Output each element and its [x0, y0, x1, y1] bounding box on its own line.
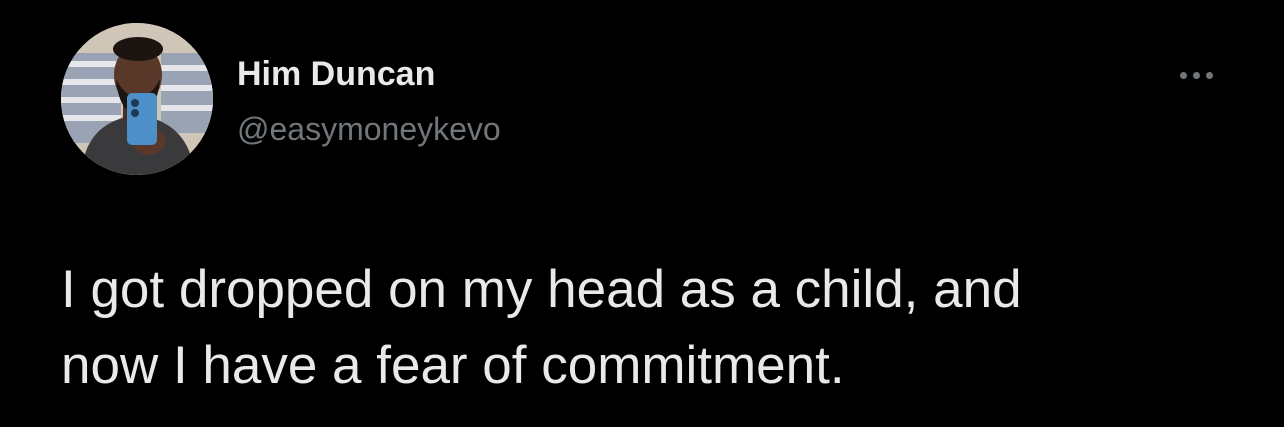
profile-photo-icon — [61, 23, 213, 175]
author-display-name[interactable]: Him Duncan — [237, 54, 435, 94]
more-horizontal-icon — [1179, 71, 1187, 79]
tweet-text-line-1: I got dropped on my head as a child, and — [61, 260, 1022, 319]
tweet-card: Him Duncan @easymoneykevo I got dropped … — [0, 0, 1284, 427]
tweet-text: I got dropped on my head as a child, and… — [61, 252, 1241, 404]
more-options-button[interactable] — [1166, 60, 1226, 90]
author-handle[interactable]: @easymoneykevo — [237, 110, 501, 148]
avatar[interactable] — [61, 23, 213, 175]
tweet-text-line-2: now I have a fear of commitment. — [61, 336, 845, 395]
